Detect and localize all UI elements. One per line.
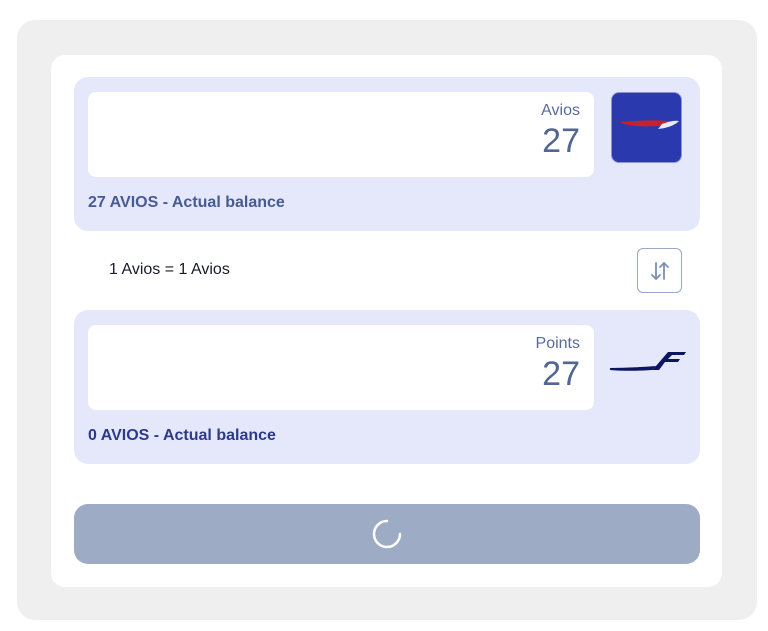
spinner-icon <box>372 519 402 549</box>
to-currency-panel: Points 27 0 AVIOS - Actual balance <box>74 310 700 464</box>
finnair-logo <box>608 348 688 374</box>
swap-vertical-arrows-icon <box>650 261 669 280</box>
from-balance-text: 27 AVIOS - Actual balance <box>88 194 285 211</box>
from-amount-input[interactable]: Avios 27 <box>88 92 594 177</box>
to-amount-value: 27 <box>542 355 580 393</box>
british-airways-logo <box>611 92 682 163</box>
from-currency-panel: Avios 27 27 AVIOS - Actual balance <box>74 77 700 231</box>
from-amount-value: 27 <box>542 122 580 160</box>
to-balance-text: 0 AVIOS - Actual balance <box>88 427 276 444</box>
convert-button[interactable] <box>74 504 700 564</box>
swap-button[interactable] <box>637 248 682 293</box>
to-amount-input[interactable]: Points 27 <box>88 325 594 410</box>
to-currency-label: Points <box>535 335 580 352</box>
exchange-rate-text: 1 Avios = 1 Avios <box>109 261 230 278</box>
from-currency-label: Avios <box>541 102 580 119</box>
